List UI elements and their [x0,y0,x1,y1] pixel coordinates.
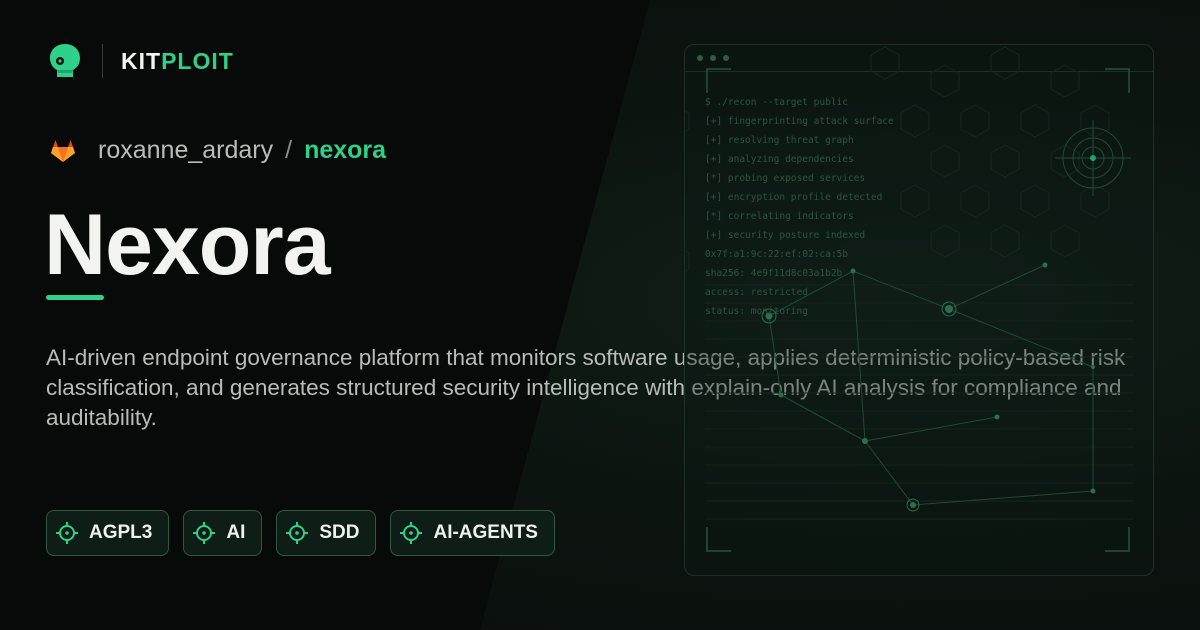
repo-separator: / [285,136,293,164]
brand-header[interactable]: KITPLOIT [48,42,234,80]
tag-label: SDD [319,522,360,543]
repo-owner-link[interactable]: roxanne_ardary [98,136,273,165]
tag-ai-agents[interactable]: AI-AGENTS [390,510,555,556]
terminal-line: sha256: 4e9f11d8c03a1b2b [705,268,843,279]
tag-label: AI-AGENTS [433,522,538,543]
repo-breadcrumb: roxanne_ardary / nexora [50,136,386,165]
tag-ai[interactable]: AI [183,510,263,556]
brand-name-ploit: PLOIT [161,47,234,74]
tag-sdd[interactable]: SDD [276,510,377,556]
crosshair-icon [400,522,423,544]
terminal-line: 0x7f:a1:9c:22:ef:02:ca:5b [705,249,848,260]
terminal-line: [+] encryption profile detected [705,192,883,203]
tag-label: AI [226,522,246,543]
gitlab-fox-icon [51,139,75,162]
terminal-line: [+] fingerprinting attack surface [705,116,894,127]
page-title: Nexora [44,197,331,293]
node-rings [761,301,957,512]
terminal-panel: $ ./recon --target public [+] fingerprin… [684,44,1154,576]
terminal-line: status: monitoring [705,306,808,317]
terminal-line: $ ./recon --target public [705,97,848,108]
brand-name-kit: KIT [121,47,162,74]
title-underline [46,295,104,300]
tag-list: AGPL3 AI SDD AI-AGENTS [46,510,555,556]
crosshair-icon [286,522,309,544]
terminal-line: [+] analyzing dependencies [705,154,854,165]
kitploit-head-icon [50,44,80,77]
radar-center [1090,155,1096,161]
crosshair-icon [193,522,216,544]
terminal-line: [*] correlating indicators [705,211,854,222]
brand-name: KITPLOIT [121,48,234,75]
terminal-output: $ ./recon --target public [+] fingerprin… [705,93,894,321]
terminal-line: [+] resolving threat graph [705,135,854,146]
tag-label: AGPL3 [89,522,153,543]
terminal-line: [+] security posture indexed [705,230,866,241]
terminal-line: [*] probing exposed services [705,173,866,184]
repo-name-link[interactable]: nexora [304,136,386,165]
tag-agpl3[interactable]: AGPL3 [46,510,170,556]
brand-divider [102,44,103,78]
terminal-line: access: restricted [705,287,808,298]
crosshair-icon [56,522,78,544]
